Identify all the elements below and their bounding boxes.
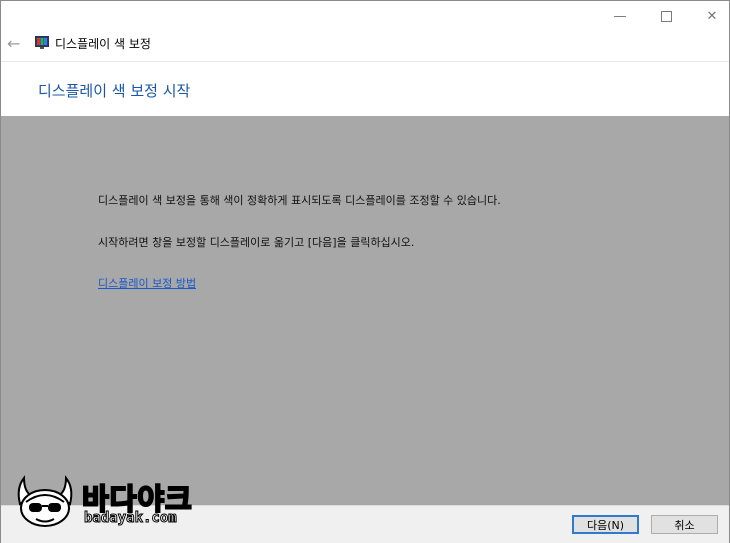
window-title: 디스플레이 색 보정 [55,37,151,51]
title-bar: — ✕ [1,1,729,31]
cancel-button[interactable]: 취소 [651,515,718,534]
maximize-button[interactable] [643,1,689,31]
minimize-button[interactable]: — [597,1,643,31]
instruction-text: 시작하려면 창을 보정할 디스플레이로 옮기고 [다음]을 클릭하십시오. [98,236,415,249]
close-button[interactable]: ✕ [689,1,730,31]
close-icon: ✕ [706,8,718,24]
maximize-icon [660,10,672,22]
minimize-icon: — [613,8,627,24]
viking-mascot-icon [17,475,73,527]
help-link[interactable]: 디스플레이 보정 방법 [98,275,196,291]
wizard-content: 디스플레이 색 보정을 통해 색이 정확하게 표시되도록 디스플레이를 조정할 … [1,116,729,505]
nav-row: ← 디스플레이 색 보정 [1,31,729,59]
back-arrow-icon[interactable]: ← [7,35,23,53]
watermark: 바다야크 badayak.com [14,474,214,534]
description-text: 디스플레이 색 보정을 통해 색이 정확하게 표시되도록 디스플레이를 조정할 … [98,194,501,207]
next-button[interactable]: 다음(N) [572,515,639,534]
page-title: 디스플레이 색 보정 시작 [38,82,191,100]
wizard-header: 디스플레이 색 보정 시작 [1,61,729,117]
calibration-window: — ✕ ← 디스플레이 색 보정 디스플레이 색 보정 시작 디스플레이 색 보… [0,0,730,543]
watermark-url: badayak.com [84,510,178,527]
monitor-icon [35,36,49,49]
